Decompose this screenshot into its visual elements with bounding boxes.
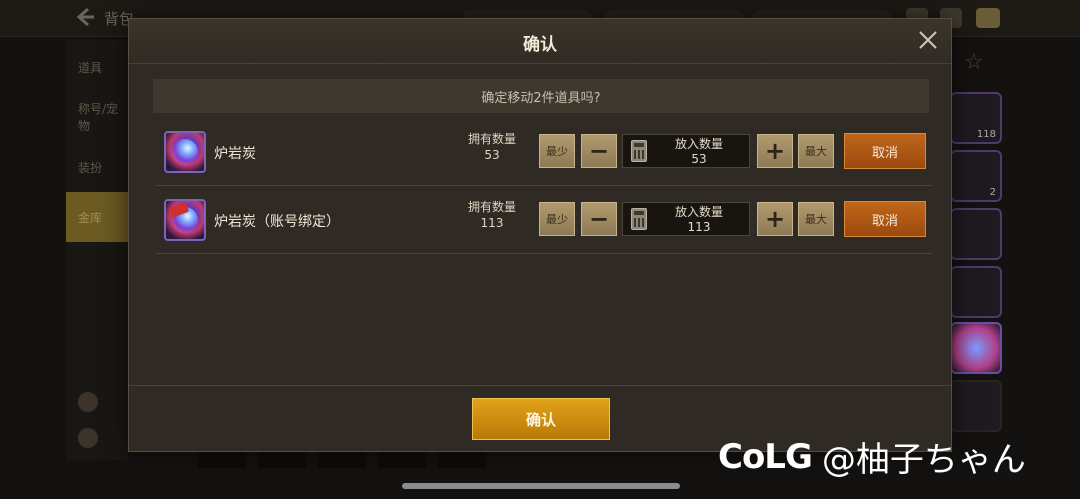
item-count: 118 (976, 129, 996, 140)
chat-icon[interactable] (976, 8, 1000, 28)
bg-slot (378, 452, 426, 468)
put-value: 53 (691, 152, 707, 166)
inventory-slot[interactable] (950, 380, 1002, 432)
item-row: 炉岩炭 拥有数量 53 最少 − 放入数量 53 + 最大 取消 (156, 119, 932, 186)
sidebar-item-outfits[interactable]: 装扮 (66, 142, 128, 192)
bg-slot (438, 452, 486, 468)
close-icon[interactable] (917, 29, 939, 51)
item-name: 炉岩炭（账号绑定） (214, 214, 340, 230)
owned-value: 113 (480, 216, 504, 230)
cancel-button[interactable]: 取消 (844, 133, 926, 169)
item-name: 炉岩炭 (214, 146, 256, 162)
put-value: 113 (687, 220, 711, 234)
decrease-button[interactable]: − (581, 134, 617, 168)
put-quantity-field[interactable]: 放入数量 113 (622, 202, 750, 236)
increase-button[interactable]: + (757, 202, 793, 236)
confirm-prompt: 确定移动2件道具吗? (153, 79, 929, 113)
min-button[interactable]: 最少 (539, 202, 575, 236)
watermark-logo: CoLG (718, 436, 813, 477)
calculator-icon[interactable] (631, 208, 647, 230)
inventory-slot[interactable] (950, 266, 1002, 318)
put-quantity-field[interactable]: 放入数量 53 (622, 134, 750, 168)
max-button[interactable]: 最大 (798, 202, 834, 236)
owned-quantity: 拥有数量 113 (454, 199, 530, 231)
owned-value: 53 (484, 148, 500, 162)
inventory-slot[interactable] (950, 322, 1002, 374)
inventory-slot[interactable]: 2 (950, 150, 1002, 202)
watermark-handle: @柚子ちゃん (821, 440, 1026, 480)
dialog-header: 确认 (129, 19, 951, 64)
max-button[interactable]: 最大 (798, 134, 834, 168)
orb-icon (172, 139, 198, 165)
back-arrow-icon[interactable] (74, 6, 96, 28)
home-indicator[interactable] (402, 483, 680, 489)
watermark: CoLG @柚子ちゃん (718, 432, 1026, 481)
bg-slot (318, 452, 366, 468)
calculator-icon[interactable] (631, 140, 647, 162)
sidebar-item-items[interactable]: 道具 (66, 42, 128, 92)
confirm-button[interactable]: 确认 (472, 398, 610, 440)
cancel-button[interactable]: 取消 (844, 201, 926, 237)
sidebar-bottom-button[interactable] (78, 392, 98, 412)
put-label: 放入数量 (674, 137, 723, 151)
item-row: 炉岩炭（账号绑定） 拥有数量 113 最少 − 放入数量 113 + 最大 取消 (156, 187, 932, 254)
sort-icon (78, 392, 98, 412)
coal-bound-item-icon (164, 199, 206, 241)
put-quantity: 放入数量 53 (651, 137, 747, 167)
owned-quantity: 拥有数量 53 (454, 131, 530, 163)
bg-slot (258, 452, 306, 468)
coal-item-icon (164, 131, 206, 173)
min-button[interactable]: 最少 (539, 134, 575, 168)
sidebar-item-vault[interactable]: 金库 (66, 192, 128, 242)
sidebar-item-titles[interactable]: 称号/宠物 (66, 92, 128, 142)
dialog-divider (129, 385, 951, 386)
increase-button[interactable]: + (757, 134, 793, 168)
owned-label: 拥有数量 (467, 132, 516, 146)
inventory-slot[interactable]: 118 (950, 92, 1002, 144)
star-icon[interactable]: ☆ (964, 50, 984, 75)
confirm-dialog: 确认 确定移动2件道具吗? 炉岩炭 拥有数量 53 最少 − 放入数量 53 +… (128, 18, 952, 452)
inventory-slot[interactable] (950, 208, 1002, 260)
owned-label: 拥有数量 (467, 200, 516, 214)
put-quantity: 放入数量 113 (651, 205, 747, 235)
settings-icon (78, 428, 98, 448)
bg-slot (198, 452, 246, 468)
decrease-button[interactable]: − (581, 202, 617, 236)
item-count: 2 (989, 187, 996, 198)
sidebar-bottom-button[interactable] (78, 428, 98, 448)
dialog-title: 确认 (523, 35, 557, 55)
put-label: 放入数量 (674, 205, 723, 219)
